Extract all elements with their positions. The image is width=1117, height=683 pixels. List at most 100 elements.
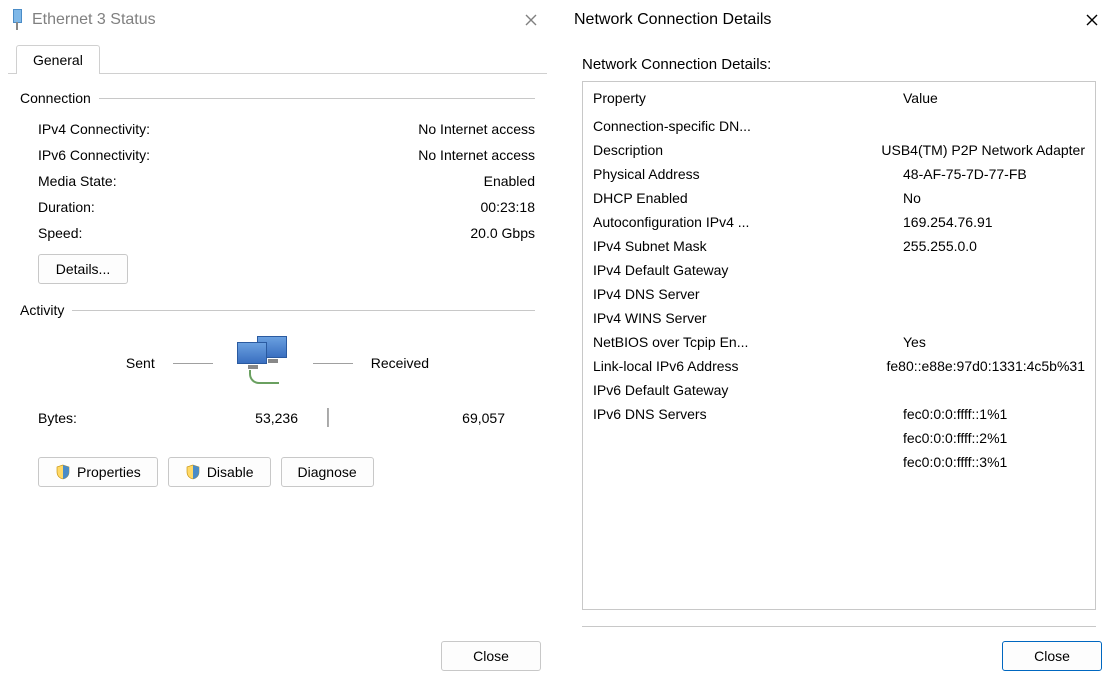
details-row[interactable]: IPv4 Default Gateway: [593, 258, 1085, 282]
details-row[interactable]: IPv6 Default Gateway: [593, 378, 1085, 402]
ipv4-row: IPv4 Connectivity: No Internet access: [20, 116, 535, 142]
details-value: 48-AF-75-7D-77-FB: [903, 166, 1085, 182]
properties-button-label: Properties: [77, 464, 141, 480]
details-value: [903, 382, 1085, 398]
details-row[interactable]: fec0:0:0:ffff::2%1: [593, 426, 1085, 450]
bytes-row: Bytes: 53,236 | 69,057: [20, 396, 535, 429]
details-row[interactable]: fec0:0:0:ffff::3%1: [593, 450, 1085, 474]
details-property: IPv4 Subnet Mask: [593, 238, 903, 254]
divider: [173, 363, 213, 364]
ipv4-label: IPv4 Connectivity:: [38, 121, 375, 137]
ethernet-status-dialog: Ethernet 3 Status General Connection IPv…: [0, 0, 555, 683]
speed-value: 20.0 Gbps: [375, 225, 535, 241]
details-value: [903, 262, 1085, 278]
status-title: Ethernet 3 Status: [26, 11, 517, 29]
details-value: Yes: [903, 334, 1085, 350]
details-value: [903, 310, 1085, 326]
details-close-button-bottom[interactable]: Close: [1002, 641, 1102, 671]
ipv4-value: No Internet access: [375, 121, 535, 137]
status-close-button[interactable]: [517, 6, 545, 34]
duration-label: Duration:: [38, 199, 375, 215]
details-property: Physical Address: [593, 166, 903, 182]
ethernet-icon: [8, 9, 26, 31]
shield-icon: [55, 464, 71, 480]
details-property: IPv4 WINS Server: [593, 310, 903, 326]
media-value: Enabled: [375, 173, 535, 189]
details-property: [593, 454, 903, 470]
ipv6-row: IPv6 Connectivity: No Internet access: [20, 142, 535, 168]
details-row[interactable]: NetBIOS over Tcpip En...Yes: [593, 330, 1085, 354]
diagnose-button[interactable]: Diagnose: [281, 457, 374, 487]
details-property: IPv6 DNS Servers: [593, 406, 903, 422]
details-property: NetBIOS over Tcpip En...: [593, 334, 903, 350]
details-value: 169.254.76.91: [903, 214, 1085, 230]
sent-label: Sent: [126, 355, 155, 371]
ipv6-label: IPv6 Connectivity:: [38, 147, 375, 163]
details-footer: Close: [562, 627, 1116, 683]
disable-button[interactable]: Disable: [168, 457, 271, 487]
bytes-sent: 53,236: [178, 410, 298, 426]
details-row[interactable]: Link-local IPv6 Addressfe80::e88e:97d0:1…: [593, 354, 1085, 378]
divider: [99, 98, 535, 99]
received-label: Received: [371, 355, 429, 371]
status-titlebar: Ethernet 3 Status: [0, 0, 555, 40]
details-value: 255.255.0.0: [903, 238, 1085, 254]
divider: [313, 363, 353, 364]
details-value: [903, 286, 1085, 302]
details-property: IPv4 Default Gateway: [593, 262, 903, 278]
media-row: Media State: Enabled: [20, 168, 535, 194]
activity-header: Activity: [20, 302, 72, 318]
details-value: fec0:0:0:ffff::1%1: [903, 406, 1085, 422]
connection-details-dialog: Network Connection Details Network Conne…: [562, 0, 1116, 683]
tab-general[interactable]: General: [16, 45, 100, 74]
status-tabs: General: [8, 44, 547, 74]
col-value: Value: [903, 90, 1085, 106]
activity-illustration: Sent Received: [20, 328, 535, 396]
details-row[interactable]: Physical Address48-AF-75-7D-77-FB: [593, 162, 1085, 186]
details-property: DHCP Enabled: [593, 190, 903, 206]
details-list: Property Value Connection-specific DN...…: [582, 81, 1096, 610]
activity-actions: Properties Disable Diagnose: [20, 429, 535, 487]
col-property: Property: [593, 90, 903, 106]
details-rows: Connection-specific DN... DescriptionUSB4…: [583, 114, 1095, 484]
details-row[interactable]: DescriptionUSB4(TM) P2P Network Adapter: [593, 138, 1085, 162]
details-value: USB4(TM) P2P Network Adapter: [881, 142, 1085, 158]
details-row[interactable]: IPv6 DNS Serversfec0:0:0:ffff::1%1: [593, 402, 1085, 426]
details-row[interactable]: DHCP EnabledNo: [593, 186, 1085, 210]
bytes-label: Bytes:: [38, 410, 178, 426]
status-body: Connection IPv4 Connectivity: No Interne…: [0, 74, 555, 631]
ipv6-value: No Internet access: [375, 147, 535, 163]
details-title: Network Connection Details: [570, 11, 1078, 29]
details-property: IPv4 DNS Server: [593, 286, 903, 302]
details-titlebar: Network Connection Details: [562, 0, 1116, 40]
details-row[interactable]: Autoconfiguration IPv4 ...169.254.76.91: [593, 210, 1085, 234]
details-row[interactable]: IPv4 DNS Server: [593, 282, 1085, 306]
duration-row: Duration: 00:23:18: [20, 194, 535, 220]
activity-group: Activity Sent Received Bytes: 53,236 | 6…: [20, 302, 535, 487]
details-property: Description: [593, 142, 881, 158]
details-row[interactable]: IPv4 Subnet Mask255.255.0.0: [593, 234, 1085, 258]
shield-icon: [185, 464, 201, 480]
divider: [72, 310, 535, 311]
details-row[interactable]: Connection-specific DN...: [593, 114, 1085, 138]
connection-header: Connection: [20, 90, 99, 106]
details-value: fec0:0:0:ffff::3%1: [903, 454, 1085, 470]
media-label: Media State:: [38, 173, 375, 189]
duration-value: 00:23:18: [375, 199, 535, 215]
properties-button[interactable]: Properties: [38, 457, 158, 487]
connection-group: Connection IPv4 Connectivity: No Interne…: [20, 90, 535, 284]
details-property: Connection-specific DN...: [593, 118, 903, 134]
details-close-button[interactable]: [1078, 6, 1106, 34]
speed-label: Speed:: [38, 225, 375, 241]
network-computers-icon: [231, 336, 295, 390]
details-button[interactable]: Details...: [38, 254, 128, 284]
details-row[interactable]: IPv4 WINS Server: [593, 306, 1085, 330]
details-property: IPv6 Default Gateway: [593, 382, 903, 398]
details-value: fec0:0:0:ffff::2%1: [903, 430, 1085, 446]
status-footer: Close: [0, 631, 555, 683]
details-value: [903, 118, 1085, 134]
details-columns: Property Value: [583, 82, 1095, 114]
details-subtitle: Network Connection Details:: [562, 40, 1116, 81]
details-value: fe80::e88e:97d0:1331:4c5b%31: [886, 358, 1085, 374]
status-close-button-bottom[interactable]: Close: [441, 641, 541, 671]
